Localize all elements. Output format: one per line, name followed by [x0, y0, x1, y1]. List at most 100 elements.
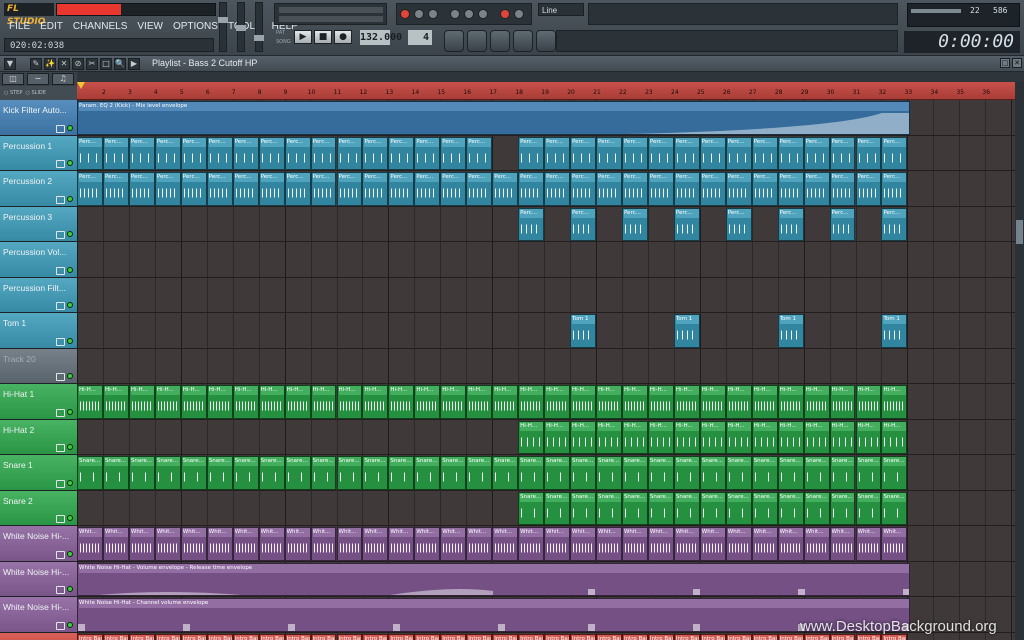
track-mute-led-icon[interactable] — [67, 160, 73, 166]
playlist-clip[interactable]: Perc... — [621, 136, 648, 170]
playlist-clip[interactable]: Snare... — [518, 491, 545, 525]
playlist-clip[interactable]: Perc... — [596, 172, 622, 206]
playlist-clip[interactable]: Snare... — [725, 491, 752, 525]
playlist-clip[interactable]: Whit... — [336, 527, 363, 561]
playlist-clip[interactable]: Perc... — [725, 172, 752, 206]
playlist-clip[interactable]: Intro Bass 2 — [414, 633, 441, 640]
track-header[interactable]: Tom 1 — [0, 313, 77, 349]
step-slide-toggle[interactable]: ○ STEP ○ SLIDE — [0, 88, 77, 98]
playlist-clip[interactable]: Perc... — [232, 172, 259, 206]
track-lane[interactable]: Hi-H... Hi-H... Hi-H... Hi-H... Hi-H... Hi-H.… — [77, 420, 1015, 455]
select-icon[interactable]: □ — [100, 58, 112, 70]
track-type-icon[interactable] — [56, 444, 65, 452]
playlist-clip[interactable]: Perc... — [206, 136, 233, 170]
playlist-clip[interactable]: Hi-H... — [206, 385, 233, 419]
playlist-clip[interactable]: Hi-H... — [829, 385, 856, 419]
track-type-icon[interactable] — [56, 479, 65, 488]
playlist-clip[interactable]: Intro Bass 2 — [102, 633, 129, 640]
pattern-number-display[interactable]: 4 — [408, 30, 432, 45]
playlist-clip[interactable]: Hi-H... — [284, 385, 311, 419]
playlist-clip[interactable]: Perc... — [77, 136, 103, 170]
playlist-clip[interactable]: Perc... — [518, 207, 545, 241]
playlist-clip[interactable]: Whit... — [881, 527, 908, 561]
timeline-ruler[interactable]: 2 3 4 5 6 7 8 9 10 11 12 13 14 15 16 17 18 19 20 21 22 23 24 25… — [77, 82, 1015, 100]
playlist-clip[interactable]: Intro Bass 2 — [154, 633, 181, 640]
playlist-clip[interactable]: Whit... — [855, 527, 882, 561]
tab-clips-icon[interactable]: ◫ — [2, 73, 24, 85]
playlist-clip[interactable]: Snare... — [881, 491, 908, 525]
playlist-clip[interactable]: Snare... — [336, 456, 363, 490]
playlist-clip[interactable]: Hi-H... — [751, 385, 778, 419]
wait-icon[interactable] — [478, 9, 488, 19]
playlist-clip[interactable]: Whit... — [544, 527, 571, 561]
playlist-clip[interactable]: Intro Bass 2 — [77, 633, 103, 640]
playlist-clip[interactable]: Snare... — [570, 456, 596, 490]
playlist-clip[interactable]: Perc... — [570, 207, 596, 241]
playlist-clip[interactable]: Snare... — [596, 491, 622, 525]
playlist-clip[interactable]: Hi-H... — [336, 385, 363, 419]
playlist-clip[interactable]: Hi-H... — [596, 385, 622, 419]
track-mute-led-icon[interactable] — [67, 515, 73, 521]
playlist-clip[interactable]: Intro Bass 2 — [440, 633, 467, 640]
track-header[interactable]: White Noise Hi-... — [0, 561, 77, 597]
playlist-clip[interactable]: Intro Bass 2 — [647, 633, 674, 640]
track-type-icon[interactable] — [56, 266, 65, 275]
playlist-clip[interactable]: Tom 1 — [570, 314, 596, 348]
playlist-clip[interactable]: Perc... — [647, 172, 674, 206]
playlist-clip[interactable]: Snare... — [388, 456, 415, 490]
playlist-clip[interactable]: Snare... — [154, 456, 181, 490]
slice-icon[interactable]: ✂ — [86, 58, 98, 70]
playlist-clip[interactable]: Perc... — [699, 136, 726, 170]
playlist-clip[interactable]: Intro Bass 2 — [596, 633, 622, 640]
playlist-clip[interactable]: Snare... — [647, 491, 674, 525]
playlist-clip[interactable]: Perc... — [466, 136, 493, 170]
playlist-clip[interactable]: Snare... — [777, 491, 804, 525]
playlist-clip[interactable]: Perc... — [621, 172, 648, 206]
playlist-clip[interactable]: Perc... — [128, 136, 155, 170]
playlist-clip[interactable]: Whit... — [699, 527, 726, 561]
playlist-clip[interactable]: Hi-H... — [881, 420, 908, 454]
track-mute-led-icon[interactable] — [67, 195, 73, 202]
playlist-clip[interactable]: Whit... — [206, 527, 233, 561]
track-mute-led-icon[interactable] — [67, 373, 73, 379]
playlist-clip[interactable]: Snare... — [414, 456, 441, 490]
track-header[interactable] — [0, 632, 77, 640]
track-header[interactable]: Hi-Hat 1 — [0, 384, 77, 420]
playlist-clip[interactable]: Perc... — [570, 136, 596, 170]
playlist-clip[interactable]: Snare... — [544, 491, 571, 525]
track-lane[interactable]: Snare... Snare... Snare... Snare... Snare...… — [77, 455, 1015, 491]
track-type-icon[interactable] — [56, 195, 65, 204]
playlist-clip[interactable]: Perc... — [855, 136, 882, 170]
snap-icon[interactable] — [500, 9, 510, 19]
playlist-clip[interactable]: Perc... — [829, 207, 856, 241]
pitch-slider-2[interactable] — [254, 2, 264, 52]
delete-icon[interactable]: ✕ — [58, 58, 70, 70]
playlist-clip[interactable]: Perc... — [154, 172, 181, 206]
playlist-clip[interactable]: Intro Bass 2 — [673, 633, 700, 640]
playlist-clip[interactable]: Perc... — [388, 136, 415, 170]
playlist-clip[interactable]: Whit... — [647, 527, 674, 561]
menu-item-edit[interactable]: EDIT — [35, 19, 68, 35]
track-type-icon[interactable] — [56, 160, 65, 168]
vertical-scrollbar[interactable] — [1015, 82, 1024, 640]
playlist-clip[interactable]: Snare... — [855, 456, 882, 490]
playlist-clip[interactable]: Whit... — [673, 527, 700, 561]
track-header[interactable]: Percussion 3 — [0, 206, 77, 242]
playlist-clip[interactable]: Hi-H... — [362, 385, 389, 419]
playlist-clip[interactable]: Perc... — [232, 136, 259, 170]
playlist-clip[interactable]: Perc... — [647, 136, 674, 170]
record-button[interactable]: ● — [334, 30, 352, 44]
playlist-clip[interactable]: Perc... — [777, 207, 804, 241]
playlist-clip[interactable]: Hi-H... — [621, 385, 648, 419]
track-header[interactable]: White Noise Hi-... — [0, 597, 77, 633]
track-lane[interactable]: Perc... Perc... Perc... Perc... Perc... Perc.… — [77, 207, 1015, 242]
track-header[interactable]: Hi-Hat 2 — [0, 419, 77, 455]
track-header[interactable]: Snare 1 — [0, 455, 77, 491]
playlist-clip[interactable]: Snare... — [570, 491, 596, 525]
playlist-clip[interactable]: Perc... — [777, 136, 804, 170]
tab-automation-icon[interactable]: ∼ — [27, 73, 49, 85]
playlist-clip[interactable]: Hi-H... — [310, 385, 337, 419]
playlist-clip[interactable]: Whit... — [414, 527, 441, 561]
brush-icon[interactable]: ✨ — [44, 58, 56, 70]
playlist-clip[interactable]: Perc... — [544, 136, 571, 170]
